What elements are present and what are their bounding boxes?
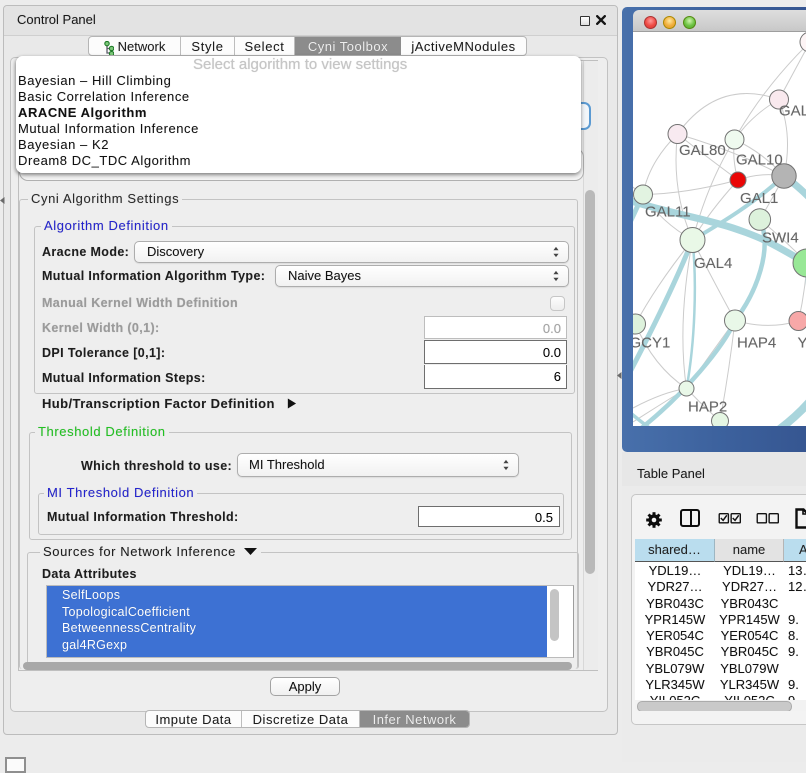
svg-text:HAP2: HAP2 (688, 399, 727, 416)
svg-text:YM: YM (798, 335, 806, 352)
svg-text:GAL4: GAL4 (694, 255, 732, 272)
svg-text:GAL80: GAL80 (679, 142, 726, 159)
svg-text:GAL10: GAL10 (736, 152, 783, 169)
svg-text:GCY1: GCY1 (633, 335, 670, 352)
svg-text:SWI4: SWI4 (762, 230, 799, 247)
svg-text:GAL11: GAL11 (645, 204, 691, 221)
svg-text:HAP4: HAP4 (737, 335, 776, 352)
svg-text:GAL7: GAL7 (779, 103, 806, 120)
svg-text:GAL1: GAL1 (740, 190, 778, 207)
